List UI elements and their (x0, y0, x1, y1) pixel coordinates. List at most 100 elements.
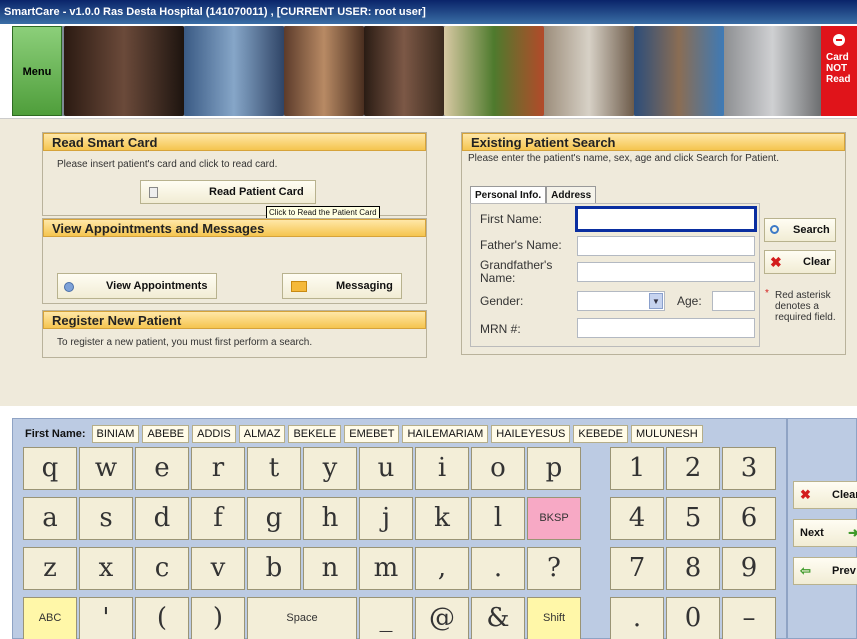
banner-photo-6 (544, 26, 634, 116)
register-panel: Register New Patient To register a new p… (42, 310, 427, 358)
prev-button[interactable]: ⇦ Prev (793, 557, 857, 585)
keyboard-clear-button[interactable]: ✖ Clear (793, 481, 857, 509)
key-shift[interactable]: Shift (527, 597, 581, 639)
key-h[interactable]: h (303, 497, 357, 540)
suggestion-chip[interactable]: BEKELE (288, 425, 342, 443)
age-label: Age: (677, 294, 702, 308)
messaging-label: Messaging (336, 280, 393, 292)
grandfathers-name-label-2: Name: (480, 271, 516, 285)
view-appointments-button[interactable]: View Appointments (57, 273, 217, 299)
clear-search-button[interactable]: ✖ Clear (764, 250, 836, 274)
key-'[interactable]: ' (79, 597, 133, 639)
key-bksp[interactable]: BKSP (527, 497, 581, 540)
numpad-key[interactable]: 2 (666, 447, 720, 490)
key-g[interactable]: g (247, 497, 301, 540)
gender-select[interactable]: ▼ (577, 291, 665, 311)
numpad-key[interactable]: 9 (722, 547, 776, 590)
keyboard-field-label: First Name: (25, 428, 86, 440)
key-x[interactable]: x (79, 547, 133, 590)
suggestion-chip[interactable]: MULUNESH (631, 425, 703, 443)
key-v[interactable]: v (191, 547, 245, 590)
key-f[interactable]: f (191, 497, 245, 540)
red-x-icon: ✖ (770, 254, 782, 270)
appointments-title: View Appointments and Messages (43, 219, 426, 237)
key-l[interactable]: l (471, 497, 525, 540)
banner-photo-2 (184, 26, 284, 116)
suggestion-chip[interactable]: ALMAZ (238, 425, 286, 443)
key-d[interactable]: d (135, 497, 189, 540)
numpad-key[interactable]: 0 (666, 597, 720, 639)
suggestion-chip[interactable]: HAILEMARIAM (402, 425, 489, 443)
suggestion-chip[interactable]: ABEBE (142, 425, 190, 443)
mrn-label: MRN #: (480, 322, 521, 336)
keyboard-side-panel: ✖ Clear Next ➜ ⇦ Prev (787, 418, 857, 639)
messaging-button[interactable]: Messaging (282, 273, 402, 299)
mrn-input[interactable] (577, 318, 755, 338)
key-&[interactable]: & (471, 597, 525, 639)
gender-label: Gender: (480, 294, 524, 308)
key-k[interactable]: k (415, 497, 469, 540)
key-,[interactable]: , (415, 547, 469, 590)
numpad-key[interactable]: – (722, 597, 776, 639)
suggestion-chip[interactable]: HAILEYESUS (491, 425, 571, 443)
first-name-input[interactable] (575, 206, 757, 232)
tab-personal-info[interactable]: Personal Info. (470, 186, 547, 204)
banner-photo-3 (284, 26, 364, 116)
key-c[interactable]: c (135, 547, 189, 590)
numpad-key[interactable]: 8 (666, 547, 720, 590)
key-r[interactable]: r (191, 447, 245, 490)
key-)[interactable]: ) (191, 597, 245, 639)
tab-address[interactable]: Address (546, 186, 597, 204)
key-@[interactable]: @ (415, 597, 469, 639)
card-icon (149, 187, 158, 198)
search-button[interactable]: Search (764, 218, 836, 242)
numpad-key[interactable]: 7 (610, 547, 664, 590)
magnifier-icon (770, 225, 779, 234)
next-button[interactable]: Next ➜ (793, 519, 857, 547)
key-m[interactable]: m (359, 547, 413, 590)
key-n[interactable]: n (303, 547, 357, 590)
key-j[interactable]: j (359, 497, 413, 540)
key-w[interactable]: w (79, 447, 133, 490)
grandfathers-name-input[interactable] (577, 262, 755, 282)
key-p[interactable]: p (527, 447, 581, 490)
window-title: SmartCare - v1.0.0 Ras Desta Hospital (1… (0, 0, 857, 24)
key-o[interactable]: o (471, 447, 525, 490)
next-button-label: Next (800, 527, 824, 539)
numpad-key[interactable]: 1 (610, 447, 664, 490)
key-b[interactable]: b (247, 547, 301, 590)
numpad-key[interactable]: 3 (722, 447, 776, 490)
register-title: Register New Patient (43, 311, 426, 329)
suggestion-chip[interactable]: KEBEDE (573, 425, 629, 443)
key-.[interactable]: . (471, 547, 525, 590)
key-q[interactable]: q (23, 447, 77, 490)
key-_[interactable]: _ (359, 597, 413, 639)
key-?[interactable]: ? (527, 547, 581, 590)
card-status-line-3: Read (826, 74, 851, 85)
key-z[interactable]: z (23, 547, 77, 590)
key-a[interactable]: a (23, 497, 77, 540)
age-input[interactable] (712, 291, 755, 311)
key-e[interactable]: e (135, 447, 189, 490)
read-patient-card-button[interactable]: Read Patient Card (140, 180, 316, 204)
search-button-label: Search (793, 224, 830, 236)
key-i[interactable]: i (415, 447, 469, 490)
numpad-key[interactable]: . (610, 597, 664, 639)
numpad-key[interactable]: 6 (722, 497, 776, 540)
key-t[interactable]: t (247, 447, 301, 490)
card-status-line-1: Card (826, 52, 849, 63)
key-space[interactable]: Space (247, 597, 357, 639)
key-u[interactable]: u (359, 447, 413, 490)
patient-search-title: Existing Patient Search (462, 133, 845, 151)
menu-button[interactable]: Menu (12, 26, 62, 116)
suggestion-chip[interactable]: ADDIS (192, 425, 236, 443)
key-([interactable]: ( (135, 597, 189, 639)
suggestion-chip[interactable]: EMEBET (344, 425, 400, 443)
key-abc[interactable]: ABC (23, 597, 77, 639)
key-y[interactable]: y (303, 447, 357, 490)
fathers-name-input[interactable] (577, 236, 755, 256)
suggestion-chip[interactable]: BINIAM (91, 425, 140, 443)
numpad-key[interactable]: 5 (666, 497, 720, 540)
numpad-key[interactable]: 4 (610, 497, 664, 540)
key-s[interactable]: s (79, 497, 133, 540)
